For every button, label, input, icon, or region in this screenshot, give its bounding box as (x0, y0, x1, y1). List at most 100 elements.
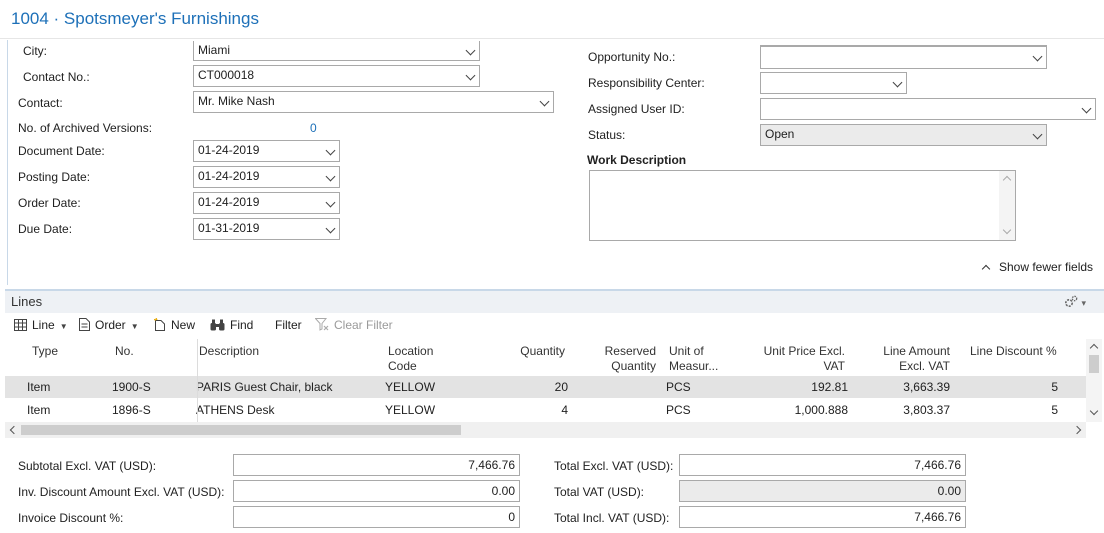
grid-icon (14, 318, 27, 332)
grid-vertical-scrollbar[interactable] (1086, 339, 1102, 422)
new-document-icon (153, 317, 166, 332)
column-header-type[interactable]: Type (32, 344, 58, 359)
chevron-down-icon[interactable] (325, 223, 336, 234)
row-location: YELLOW (385, 380, 436, 394)
responsibility-center-field[interactable] (760, 72, 907, 94)
scroll-thumb[interactable] (1089, 355, 1099, 373)
document-date-field[interactable]: 01-24-2019 (193, 140, 340, 162)
scroll-thumb[interactable] (21, 425, 461, 435)
due-date-label: Due Date: (18, 222, 73, 236)
row-line-discount: 5 (1051, 403, 1058, 417)
column-header-location-code[interactable]: Location Code (388, 344, 433, 374)
scroll-up-icon[interactable] (1002, 175, 1012, 185)
contact-no-label: Contact No.: (23, 70, 90, 84)
column-header-description[interactable]: Description (199, 344, 259, 359)
chevron-down-icon[interactable] (465, 70, 476, 81)
table-row[interactable]: Item 1900-S PARIS Guest Chair, black YEL… (5, 376, 1089, 398)
contact-no-field[interactable]: CT000018 (193, 65, 480, 87)
total-excl-vat-label: Total Excl. VAT (USD): (554, 459, 674, 473)
filter-button-label: Filter (275, 318, 302, 332)
row-line-discount: 5 (1051, 380, 1058, 394)
column-header-unit-price[interactable]: Unit Price Excl. VAT (745, 344, 845, 374)
chevron-down-icon[interactable] (1081, 103, 1092, 114)
clear-filter-label: Clear Filter (334, 318, 393, 332)
chevron-down-icon[interactable] (1032, 129, 1043, 140)
contact-field[interactable]: Mr. Mike Nash (193, 91, 554, 113)
scroll-up-icon[interactable] (1089, 343, 1099, 353)
scroll-left-icon[interactable] (9, 425, 19, 435)
chevron-down-icon[interactable] (325, 145, 336, 156)
order-date-label: Order Date: (18, 196, 81, 210)
line-menu-button[interactable]: Line ▼ (14, 318, 68, 332)
chevron-down-icon[interactable] (325, 171, 336, 182)
grid-horizontal-scrollbar[interactable] (5, 422, 1086, 438)
column-header-reserved-quantity[interactable]: Reserved Quantity (575, 344, 656, 374)
assigned-user-label: Assigned User ID: (588, 102, 685, 116)
opportunity-no-field[interactable] (760, 45, 1047, 69)
textarea-scrollbar[interactable] (999, 171, 1015, 240)
city-value: Miami (198, 43, 230, 57)
lines-grid: Type No. Description Location Code Quant… (5, 339, 1104, 425)
posting-date-value: 01-24-2019 (198, 169, 260, 183)
row-no: 1896-S (112, 403, 151, 417)
column-header-unit-of-measure[interactable]: Unit of Measur... (669, 344, 718, 374)
responsibility-center-label: Responsibility Center: (588, 76, 705, 90)
scroll-down-icon[interactable] (1002, 225, 1012, 235)
table-row[interactable]: Item 1896-S ATHENS Desk YELLOW 4 PCS 1,0… (5, 399, 1089, 421)
gear-icon[interactable]: ▾ (1064, 294, 1086, 309)
inv-discount-field[interactable]: 0.00 (233, 480, 520, 502)
column-header-no[interactable]: No. (115, 344, 134, 359)
document-date-value: 01-24-2019 (198, 143, 260, 157)
chevron-down-icon[interactable] (325, 197, 336, 208)
work-description-label: Work Description (587, 153, 687, 167)
row-line-amount: 3,803.37 (903, 403, 950, 417)
archived-versions-link[interactable]: 0 (310, 121, 317, 135)
posting-date-field[interactable]: 01-24-2019 (193, 166, 340, 188)
column-header-location-line1: Location (388, 344, 434, 358)
status-label: Status: (588, 128, 626, 142)
chevron-down-icon[interactable] (892, 77, 903, 88)
posting-date-label: Posting Date: (18, 170, 91, 184)
column-header-quantity[interactable]: Quantity (485, 344, 565, 359)
work-description-textarea[interactable] (589, 170, 1016, 241)
new-button-label: New (171, 318, 196, 332)
total-excl-vat-field: 7,466.76 (679, 454, 966, 476)
lines-section-header: Lines ▾ (5, 289, 1104, 313)
assigned-user-field[interactable] (760, 98, 1096, 120)
filter-button[interactable]: Filter (275, 318, 302, 332)
document-date-label: Document Date: (18, 144, 105, 158)
header-divider (0, 38, 1104, 39)
due-date-field[interactable]: 01-31-2019 (193, 218, 340, 240)
column-header-reserved-line2: Quantity (611, 359, 656, 373)
show-fewer-fields-label: Show fewer fields (999, 260, 1094, 274)
due-date-value: 01-31-2019 (198, 221, 260, 235)
chevron-down-icon[interactable] (539, 96, 550, 107)
row-description: ATHENS Desk (196, 403, 275, 417)
scroll-right-icon[interactable] (1072, 425, 1082, 435)
order-menu-button[interactable]: Order ▼ (79, 318, 139, 332)
column-header-unit-line2: Measur... (669, 359, 719, 373)
invoice-discount-pct-field[interactable]: 0 (233, 506, 520, 528)
row-type: Item (27, 403, 51, 417)
order-date-field[interactable]: 01-24-2019 (193, 192, 340, 214)
clear-filter-button[interactable]: Clear Filter (314, 318, 393, 332)
new-button[interactable]: New (153, 317, 196, 332)
scroll-down-icon[interactable] (1089, 406, 1099, 416)
subtotal-field: 7,466.76 (233, 454, 520, 476)
row-description: PARIS Guest Chair, black (196, 380, 333, 394)
inv-discount-label: Inv. Discount Amount Excl. VAT (USD): (18, 485, 225, 499)
status-field[interactable]: Open (760, 124, 1047, 146)
column-divider (197, 339, 198, 425)
show-fewer-fields-link[interactable]: Show fewer fields (981, 260, 1094, 274)
lines-toolbar: Line ▼ Order ▼ New Find Filter Clear Filte… (5, 315, 1104, 337)
line-menu-label: Line (32, 318, 55, 332)
chevron-down-icon[interactable] (465, 45, 476, 56)
column-header-line-amount[interactable]: Line Amount Excl. VAT (855, 344, 950, 374)
find-button[interactable]: Find (210, 318, 253, 332)
chevron-down-icon[interactable] (1032, 51, 1043, 62)
order-date-value: 01-24-2019 (198, 195, 260, 209)
city-field[interactable]: Miami (193, 41, 480, 61)
contact-label: Contact: (18, 96, 63, 110)
column-header-line-discount[interactable]: Line Discount % (970, 344, 1057, 359)
column-header-unit-line1: Unit of (669, 344, 704, 358)
